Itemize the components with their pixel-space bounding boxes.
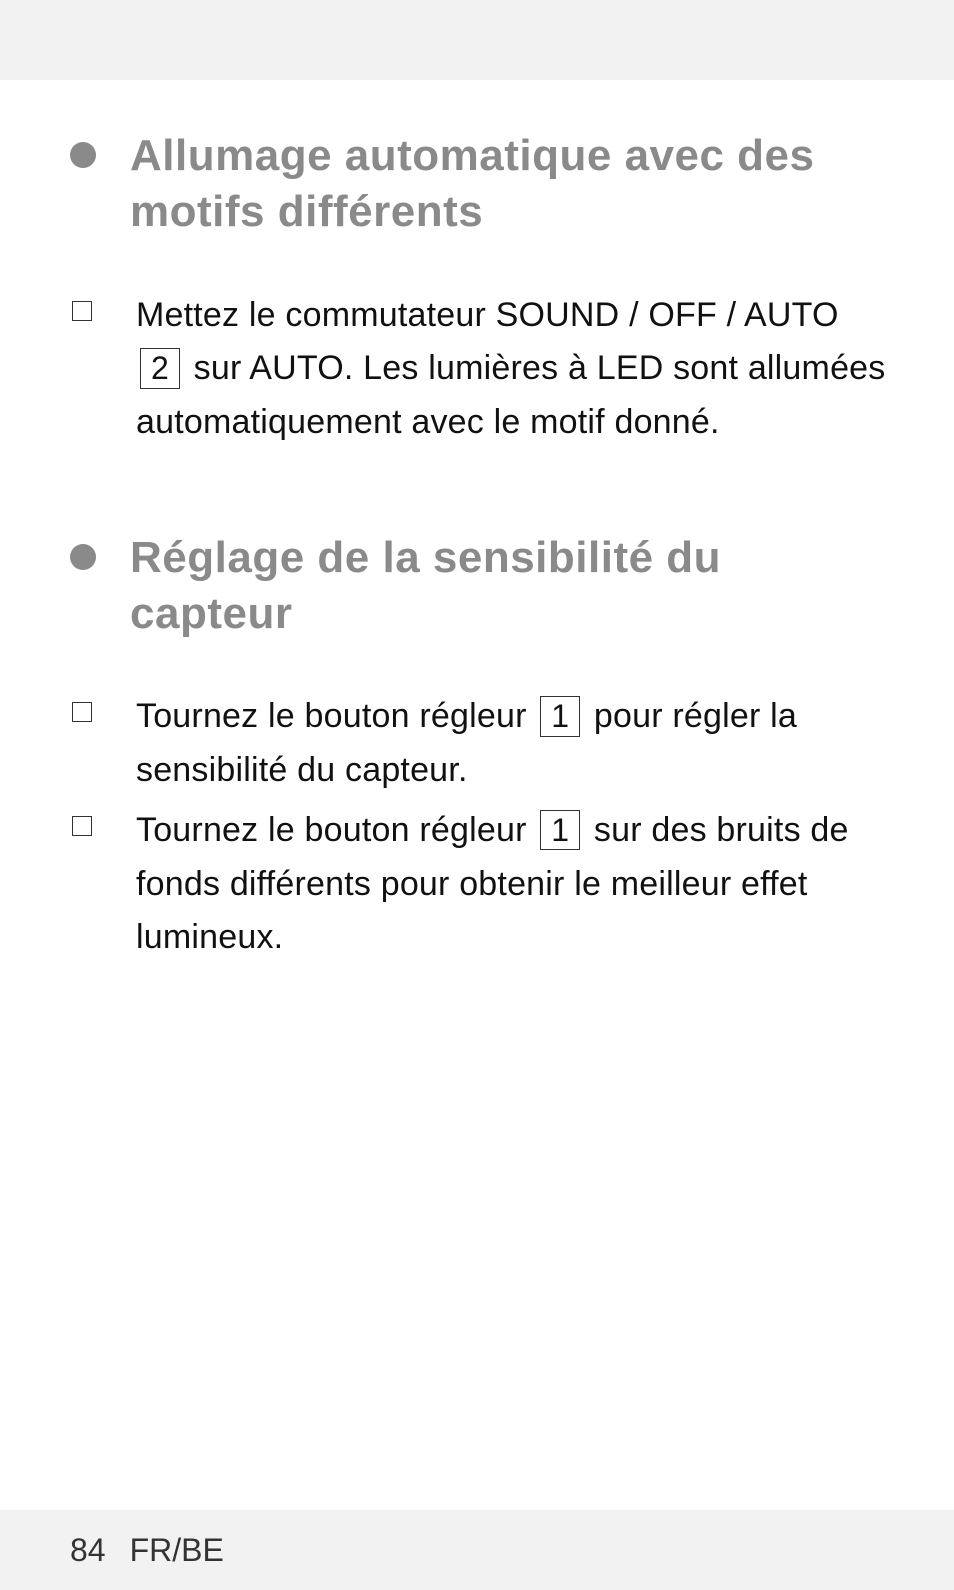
page-number: 84 <box>70 1532 106 1569</box>
text-pre: Tournez le bouton régleur <box>136 811 536 849</box>
square-bullet-icon <box>72 301 92 321</box>
item-text: Mettez le commutateur SOUND / OFF / AUTO… <box>136 289 890 450</box>
section-heading: Allumage automatique avec des motifs dif… <box>130 128 890 241</box>
section-reglage: Réglage de la sensibilité du capteur Tou… <box>64 530 890 965</box>
page-footer: 84 FR/BE <box>0 1510 954 1590</box>
section-allumage: Allumage automatique avec des motifs dif… <box>64 128 890 450</box>
square-bullet-icon <box>72 702 92 722</box>
page-content: Allumage automatique avec des motifs dif… <box>0 80 954 1510</box>
bullet-disc-icon <box>70 142 96 168</box>
heading-row: Allumage automatique avec des motifs dif… <box>64 128 890 241</box>
text-pre: Mettez le commutateur SOUND / OFF / AUTO <box>136 296 839 334</box>
reference-number: 1 <box>540 696 580 736</box>
locale-label: FR/BE <box>130 1532 224 1569</box>
text-pre: Tournez le bouton régleur <box>136 697 536 735</box>
square-bullet-icon <box>72 816 92 836</box>
item-text: Tournez le bouton régleur 1 pour régler … <box>136 690 890 797</box>
list-item: Tournez le bouton régleur 1 pour régler … <box>64 690 890 797</box>
reference-number: 1 <box>540 810 580 850</box>
section-heading: Réglage de la sensibilité du capteur <box>130 530 890 643</box>
item-text: Tournez le bouton régleur 1 sur des brui… <box>136 804 890 965</box>
heading-row: Réglage de la sensibilité du capteur <box>64 530 890 643</box>
list-item: Tournez le bouton régleur 1 sur des brui… <box>64 804 890 965</box>
bullet-disc-icon <box>70 544 96 570</box>
text-post: sur AUTO. Les lumières à LED sont allumé… <box>136 349 885 441</box>
reference-number: 2 <box>140 348 180 388</box>
list-item: Mettez le commutateur SOUND / OFF / AUTO… <box>64 289 890 450</box>
